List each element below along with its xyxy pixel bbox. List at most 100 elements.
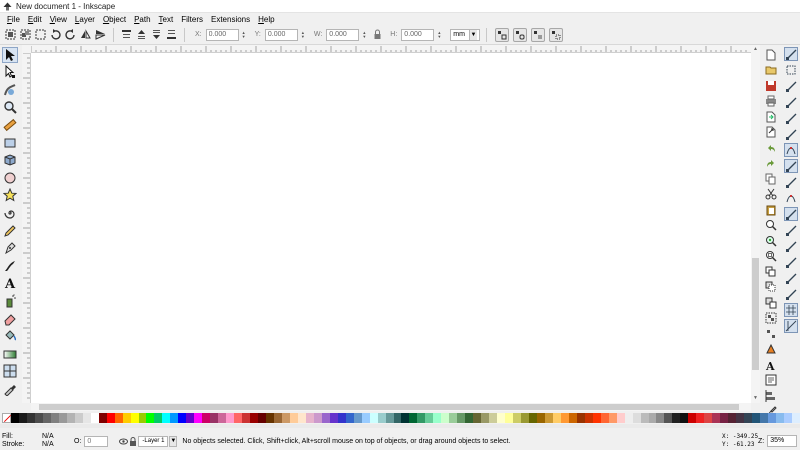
clone-icon[interactable]: [765, 281, 777, 293]
tweak-tool-icon[interactable]: [2, 82, 18, 98]
snap-bbox-center-icon[interactable]: [784, 127, 798, 141]
width-spinner[interactable]: ▲ ▼: [361, 29, 367, 41]
color-swatch[interactable]: [441, 413, 450, 423]
color-swatch[interactable]: [154, 413, 163, 423]
color-swatch[interactable]: [544, 413, 553, 423]
current-layer-select[interactable]: -Layer 1: [138, 435, 169, 447]
chevron-down-icon[interactable]: ▼: [169, 435, 178, 447]
text-font-icon[interactable]: A: [765, 359, 777, 371]
save-icon[interactable]: [765, 80, 777, 92]
snap-smooth-nodes-icon[interactable]: [784, 207, 798, 221]
fill-stroke-indicator[interactable]: Fill: N/A Stroke: N/A: [0, 432, 60, 450]
select-all-icon[interactable]: [4, 28, 17, 41]
color-swatch[interactable]: [449, 413, 458, 423]
spiral-tool-icon[interactable]: [2, 205, 18, 221]
color-swatch[interactable]: [297, 413, 306, 423]
menu-file[interactable]: File: [3, 15, 24, 24]
color-swatch[interactable]: [82, 413, 91, 423]
paint-bucket-tool-icon[interactable]: [2, 328, 18, 344]
vertical-ruler[interactable]: [22, 53, 31, 403]
rectangle-tool-icon[interactable]: [2, 135, 18, 151]
y-field[interactable]: [264, 28, 298, 41]
color-swatch[interactable]: [146, 413, 155, 423]
open-file-icon[interactable]: [765, 64, 777, 76]
undo-icon[interactable]: [765, 142, 777, 154]
menu-text[interactable]: Text: [155, 15, 178, 24]
zoom-page-icon[interactable]: [765, 250, 777, 262]
snap-grid-icon[interactable]: [784, 303, 798, 317]
snap-bounding-box-icon[interactable]: [784, 63, 798, 77]
color-swatch[interactable]: [353, 413, 362, 423]
copy-icon[interactable]: [765, 173, 777, 185]
color-swatch[interactable]: [505, 413, 514, 423]
color-swatch[interactable]: [760, 413, 769, 423]
flip-vertical-icon[interactable]: [94, 28, 107, 41]
horizontal-ruler[interactable]: [31, 45, 751, 53]
color-swatch[interactable]: [648, 413, 657, 423]
color-swatch[interactable]: [58, 413, 67, 423]
menu-object[interactable]: Object: [99, 15, 130, 24]
color-swatch[interactable]: [696, 413, 705, 423]
scale-corners-toggle[interactable]: [512, 27, 527, 42]
new-document-icon[interactable]: [765, 49, 777, 61]
color-swatch[interactable]: [465, 413, 474, 423]
width-field[interactable]: [326, 28, 360, 41]
color-swatch[interactable]: [481, 413, 490, 423]
snap-bbox-midpoints-icon[interactable]: [784, 111, 798, 125]
selector-tool-icon[interactable]: [2, 46, 18, 63]
ellipse-tool-icon[interactable]: [2, 170, 18, 186]
color-swatch[interactable]: [688, 413, 697, 423]
color-swatch[interactable]: [18, 413, 27, 423]
color-swatch[interactable]: [50, 413, 59, 423]
star-tool-icon[interactable]: [2, 187, 18, 203]
color-swatch[interactable]: [776, 413, 784, 423]
color-swatch[interactable]: [560, 413, 569, 423]
lock-ratio-icon[interactable]: [371, 28, 384, 41]
color-swatch[interactable]: [281, 413, 290, 423]
color-swatch[interactable]: [616, 413, 625, 423]
lower-icon[interactable]: [150, 28, 163, 41]
color-swatch[interactable]: [337, 413, 346, 423]
color-swatch[interactable]: [720, 413, 729, 423]
color-swatch[interactable]: [513, 413, 521, 423]
color-swatch[interactable]: [664, 413, 673, 423]
color-swatch[interactable]: [122, 413, 131, 423]
zoom-field[interactable]: 35%: [767, 435, 798, 447]
color-swatch[interactable]: [433, 413, 442, 423]
color-swatch[interactable]: [473, 413, 482, 423]
color-swatch[interactable]: [138, 413, 147, 423]
lock-icon[interactable]: [128, 436, 138, 446]
redo-icon[interactable]: [765, 157, 777, 169]
export-icon[interactable]: [765, 126, 777, 138]
color-swatch[interactable]: [289, 413, 298, 423]
color-swatch[interactable]: [592, 413, 601, 423]
select-all-layers-icon[interactable]: [19, 28, 32, 41]
no-paint-swatch[interactable]: [2, 413, 11, 423]
color-swatch[interactable]: [305, 413, 314, 423]
lower-to-bottom-icon[interactable]: [165, 28, 178, 41]
snap-guide-icon[interactable]: [784, 319, 798, 333]
color-swatch[interactable]: [258, 413, 266, 423]
opacity-field[interactable]: [84, 435, 109, 447]
color-swatch[interactable]: [266, 413, 274, 423]
y-spinner[interactable]: ▲ ▼: [300, 29, 306, 41]
color-swatch[interactable]: [313, 413, 322, 423]
menu-edit[interactable]: Edit: [24, 15, 46, 24]
calligraphy-tool-icon[interactable]: [2, 258, 18, 274]
menu-view[interactable]: View: [46, 15, 71, 24]
snap-line-midpoints-icon[interactable]: [784, 223, 798, 237]
color-swatch[interactable]: [656, 413, 665, 423]
flip-horizontal-icon[interactable]: [79, 28, 92, 41]
color-swatch[interactable]: [226, 413, 235, 423]
color-swatch[interactable]: [114, 413, 123, 423]
color-swatch[interactable]: [42, 413, 51, 423]
color-swatch[interactable]: [202, 413, 211, 423]
spray-tool-icon[interactable]: [2, 293, 18, 309]
horizontal-scrollbar[interactable]: [31, 403, 751, 411]
color-swatch[interactable]: [672, 413, 681, 423]
color-swatch[interactable]: [242, 413, 251, 423]
3d-box-tool-icon[interactable]: [2, 152, 18, 168]
eraser-tool-icon[interactable]: [2, 311, 18, 327]
color-swatch[interactable]: [273, 413, 282, 423]
raise-to-top-icon[interactable]: [120, 28, 133, 41]
